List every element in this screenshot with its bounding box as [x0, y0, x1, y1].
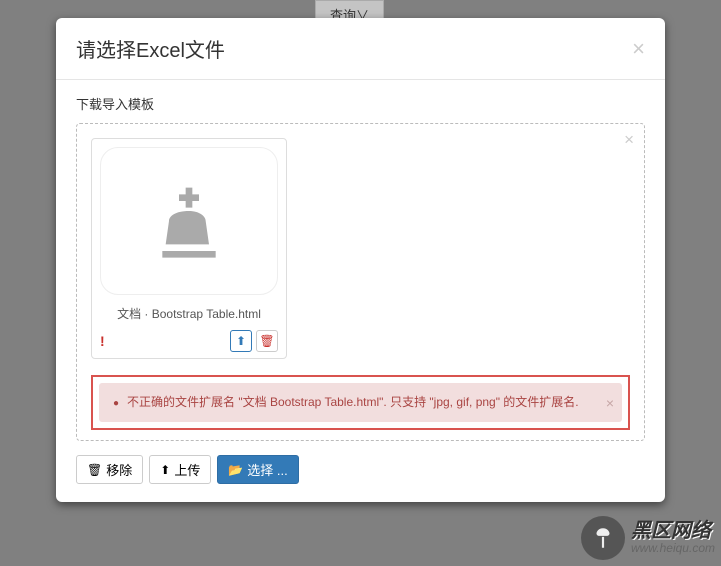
trash-icon: 🗑	[259, 334, 274, 348]
error-banner: ● 不正确的文件扩展名 "文档 Bootstrap Table.html". 只…	[99, 383, 622, 422]
modal-title: 请选择Excel文件	[76, 34, 225, 63]
chess-king-icon	[149, 181, 229, 261]
remove-button-label: 移除	[106, 460, 132, 479]
watermark: 黑区网络 www.heiqu.com	[581, 516, 715, 560]
file-preview-thumbnail	[100, 147, 278, 295]
watermark-logo-icon	[581, 516, 625, 560]
file-upload-button[interactable]: ⬆	[230, 330, 252, 352]
watermark-url: www.heiqu.com	[631, 542, 715, 555]
error-message: 不正确的文件扩展名 "文档 Bootstrap Table.html". 只支持…	[127, 393, 579, 412]
watermark-title: 黑区网络	[631, 521, 715, 542]
folder-icon: 📂	[228, 463, 243, 477]
error-banner-highlight: ● 不正确的文件扩展名 "文档 Bootstrap Table.html". 只…	[91, 375, 630, 430]
file-delete-button[interactable]: 🗑	[256, 330, 278, 352]
download-template-link[interactable]: 下载导入模板	[76, 94, 154, 113]
remove-button[interactable]: 🗑 移除	[76, 455, 143, 484]
dropzone-close-icon[interactable]: ×	[624, 130, 634, 150]
upload-button-label: 上传	[174, 460, 200, 479]
file-dropzone[interactable]: × 文档 · Bootstrap Table.html ! ⬆ 🗑	[76, 123, 645, 441]
file-actions-row: ! ⬆ 🗑	[100, 330, 278, 352]
upload-arrow-icon: ⬆	[160, 463, 170, 477]
modal-header: 请选择Excel文件 ×	[56, 18, 665, 80]
modal-dialog: 请选择Excel文件 × 下载导入模板 × 文档 · Bootstrap Tab…	[56, 18, 665, 502]
file-name-label: 文档 · Bootstrap Table.html	[100, 305, 278, 322]
error-close-icon[interactable]: ×	[606, 391, 614, 413]
select-button-label: 选择 ...	[247, 460, 287, 479]
warning-icon: !	[100, 333, 105, 349]
file-card: 文档 · Bootstrap Table.html ! ⬆ 🗑	[91, 138, 287, 359]
trash-icon: 🗑	[87, 463, 102, 477]
close-icon[interactable]: ×	[632, 38, 645, 60]
upload-arrow-icon: ⬆	[236, 334, 246, 348]
footer-actions: 🗑 移除 ⬆ 上传 📂 选择 ...	[76, 455, 645, 484]
upload-button[interactable]: ⬆ 上传	[149, 455, 211, 484]
bullet-icon: ●	[113, 396, 119, 412]
modal-body: 下载导入模板 × 文档 · Bootstrap Table.html ! ⬆	[56, 80, 665, 502]
select-button[interactable]: 📂 选择 ...	[217, 455, 298, 484]
